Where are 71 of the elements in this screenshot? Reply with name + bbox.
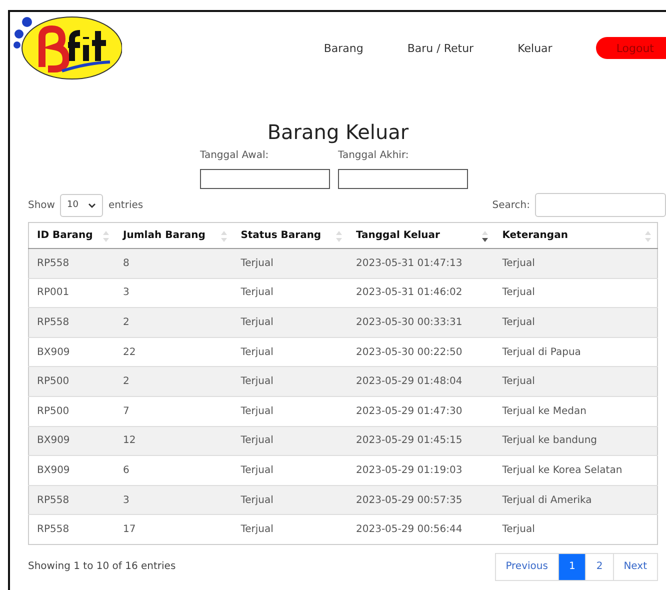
table-cell: Terjual (232, 366, 348, 396)
table-cell: Terjual (494, 248, 658, 278)
table-cell: Terjual (232, 278, 348, 308)
search-label: Search: (492, 200, 530, 210)
table-cell: 2023-05-29 01:47:30 (348, 396, 494, 426)
table-cell: 8 (115, 248, 233, 278)
search-field[interactable] (535, 193, 666, 217)
date-label: Tanggal Akhir: (338, 150, 410, 161)
table-cell: 2023-05-31 01:46:02 (348, 278, 494, 308)
table-cell: 2 (115, 366, 233, 396)
table-cell: Terjual (232, 426, 348, 456)
entries-label: entries (108, 200, 144, 210)
table-cell: Terjual (232, 456, 348, 486)
table-cell: Terjual (494, 308, 658, 338)
table-cell: Terjual (232, 485, 348, 515)
page-button[interactable]: 1 (558, 552, 586, 581)
chevron-icon (88, 202, 96, 208)
next-button[interactable]: Next (612, 552, 658, 581)
table-cell: Terjual ke bandung (494, 426, 658, 456)
table-cell: 2023-05-30 00:33:31 (348, 308, 494, 338)
table-cell: RP500 (28, 366, 116, 396)
table-info: Showing 1 to 10 of 16 entries (28, 561, 176, 572)
nav-link[interactable]: Barang (324, 42, 364, 54)
table-cell: 7 (115, 396, 233, 426)
table-cell: RP558 (28, 248, 116, 278)
table-cell: 2023-05-29 01:19:03 (348, 456, 494, 486)
table-cell: Terjual ke Korea Selatan (494, 456, 658, 486)
table-cell: RP558 (28, 485, 116, 515)
nav-link[interactable]: Baru / Retur (407, 42, 474, 54)
sort-icon[interactable] (482, 231, 488, 242)
table-cell: RP500 (28, 396, 116, 426)
table-cell: Terjual (232, 396, 348, 426)
entries-select[interactable]: 10 (60, 194, 104, 216)
table-cell: 2023-05-30 00:22:50 (348, 337, 494, 367)
date-field[interactable] (338, 169, 468, 189)
table-cell: RP558 (28, 514, 116, 544)
table-cell: 22 (115, 337, 233, 367)
table-cell: 2023-05-29 00:57:35 (348, 485, 494, 515)
nav-link[interactable]: Keluar (518, 42, 552, 54)
page-title: Barang Keluar (266, 120, 410, 144)
table-cell: Terjual (232, 337, 348, 367)
table-cell: Terjual di Papua (494, 337, 658, 367)
table-cell: RP558 (28, 308, 116, 338)
table-cell: 3 (115, 278, 233, 308)
table-cell: 17 (115, 514, 233, 544)
table-cell: Terjual (494, 514, 658, 544)
table-cell: BX909 (28, 426, 116, 456)
show-label: Show (28, 200, 55, 210)
table-cell: 12 (115, 426, 233, 456)
table-cell: Terjual (232, 248, 348, 278)
table-cell: 2023-05-29 00:56:44 (348, 514, 494, 544)
date-label: Tanggal Awal: (200, 150, 270, 161)
table-cell: Terjual (232, 514, 348, 544)
table-cell: 6 (115, 456, 233, 486)
table-cell: Terjual di Amerika (494, 485, 658, 515)
table-cell: 2 (115, 308, 233, 338)
logo-icon (12, 15, 122, 81)
table-cell: Terjual ke Medan (494, 396, 658, 426)
table-cell: Terjual (232, 308, 348, 338)
table-cell: Terjual (494, 278, 658, 308)
previous-button[interactable]: Previous (494, 552, 559, 581)
table-cell: 2023-05-29 01:45:15 (348, 426, 494, 456)
table-cell: 2023-05-29 01:48:04 (348, 366, 494, 396)
table-cell: 2023-05-31 01:47:13 (348, 248, 494, 278)
table-cell: BX909 (28, 456, 116, 486)
table-cell: 3 (115, 485, 233, 515)
table-cell: BX909 (28, 337, 116, 367)
table-cell: Terjual (494, 366, 658, 396)
page-button[interactable]: 2 (585, 552, 614, 581)
table-cell: RP001 (28, 278, 116, 308)
date-field[interactable] (200, 169, 330, 189)
